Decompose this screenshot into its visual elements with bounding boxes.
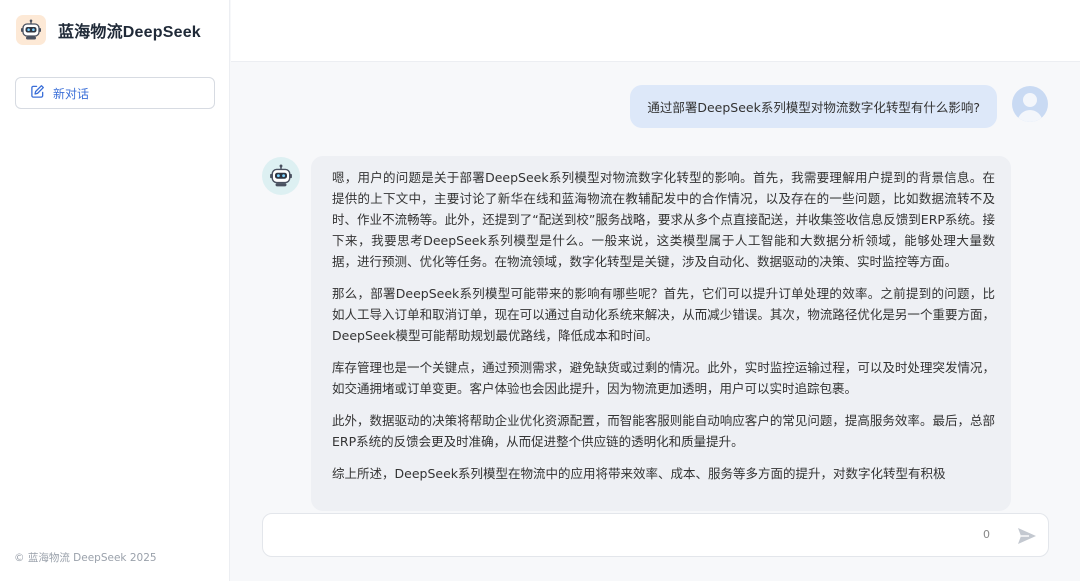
sidebar: 蓝海物流DeepSeek 新对话 © 蓝海物流 DeepSeek 2025 xyxy=(0,0,230,581)
assistant-avatar xyxy=(262,157,300,195)
message-composer: 0 xyxy=(262,513,1049,557)
edit-icon xyxy=(30,84,45,103)
top-bar xyxy=(231,0,1080,62)
assistant-paragraph: 综上所述，DeepSeek系列模型在物流中的应用将带来效率、成本、服务等多方面的… xyxy=(332,466,946,481)
brand: 蓝海物流DeepSeek xyxy=(16,15,201,45)
assistant-paragraph: 嗯，用户的问题是关于部署DeepSeek系列模型对物流数字化转型的影响。首先，我… xyxy=(332,170,995,269)
char-count: 0 xyxy=(983,528,990,541)
sidebar-footer: © 蓝海物流 DeepSeek 2025 xyxy=(14,552,157,564)
assistant-paragraph: 此外，数据驱动的决策将帮助企业优化资源配置，而智能客服则能自动响应客户的常见问题… xyxy=(332,413,995,449)
new-chat-button[interactable]: 新对话 xyxy=(15,77,215,109)
assistant-message-bubble: 嗯，用户的问题是关于部署DeepSeek系列模型对物流数字化转型的影响。首先，我… xyxy=(311,156,1011,511)
send-button[interactable] xyxy=(1014,524,1040,548)
user-message-bubble: 通过部署DeepSeek系列模型对物流数字化转型有什么影响? xyxy=(630,85,997,128)
new-chat-label: 新对话 xyxy=(53,86,90,101)
message-input[interactable] xyxy=(277,524,967,548)
robot-icon xyxy=(270,164,292,187)
chat-area: 通过部署DeepSeek系列模型对物流数字化转型有什么影响? 嗯，用户的问题是关… xyxy=(231,62,1080,581)
send-icon xyxy=(1018,528,1036,544)
app-title: 蓝海物流DeepSeek xyxy=(58,24,201,41)
assistant-paragraph: 那么，部署DeepSeek系列模型可能带来的影响有哪些呢？首先，它们可以提升订单… xyxy=(332,286,995,343)
assistant-paragraph: 库存管理也是一个关键点，通过预测需求，避免缺货或过剩的情况。此外，实时监控运输过… xyxy=(332,360,995,396)
robot-icon xyxy=(16,15,46,45)
user-avatar xyxy=(1012,86,1048,122)
